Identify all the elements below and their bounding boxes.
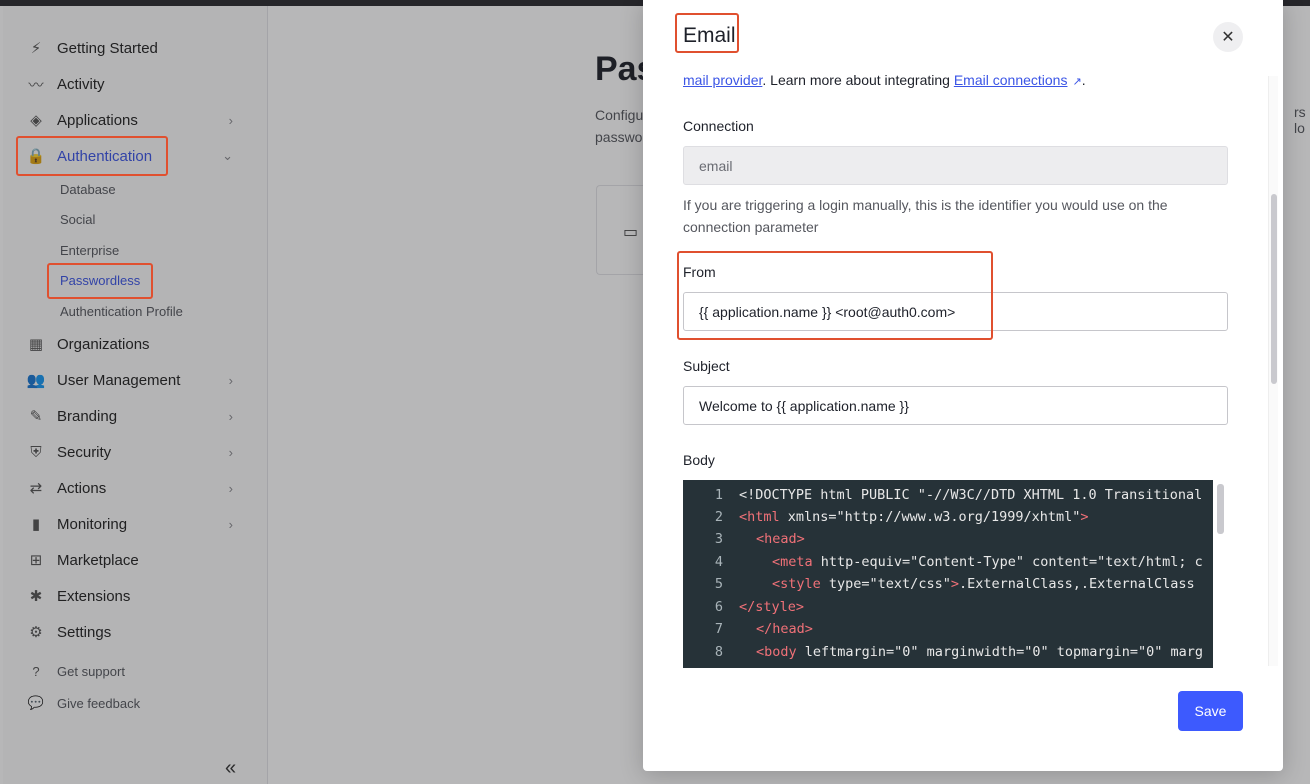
code-line: 8 <body leftmargin="0" marginwidth="0" t… [683,641,1228,663]
code-content: <!DOCTYPE html PUBLIC "-//W3C//DTD XHTML… [739,487,1202,503]
line-number: 4 [714,554,723,570]
line-number: 5 [714,576,723,592]
intro-text-end: . [1081,72,1086,88]
line-number: 6 [714,599,723,615]
line-number: 8 [714,644,723,660]
mail-provider-link[interactable]: mail provider [683,72,762,88]
connection-help-text: If you are triggering a login manually, … [683,197,1168,235]
code-content: <html xmlns="http://www.w3.org/1999/xhtm… [739,509,1089,525]
connection-label: Connection [683,118,754,134]
body-code-editor[interactable]: 1 <!DOCTYPE html PUBLIC "-//W3C//DTD XHT… [683,480,1228,668]
annotation-highlight [47,263,153,299]
code-line: 7 </head> [683,618,1228,640]
code-line: 1 <!DOCTYPE html PUBLIC "-//W3C//DTD XHT… [683,484,1228,506]
close-icon: ✕ [1221,29,1235,46]
code-tag: </style> [739,599,805,615]
line-number: 1 [714,487,723,503]
code-content: <body leftmargin="0" marginwidth="0" top… [756,644,1203,660]
line-number: 3 [714,531,723,547]
code-tag: <html [739,509,780,525]
code-content: <style type="text/css">.ExternalClass,.E… [772,576,1195,592]
code-tag: </head> [756,621,813,637]
line-number: 7 [714,621,723,637]
code-tag: > [1080,509,1089,525]
subject-value: Welcome to {{ application.name }} [699,397,909,414]
close-button[interactable]: ✕ [1213,22,1243,52]
code-text: http-equiv="Content-Type" content="text/… [812,554,1203,570]
intro-text-middle: . Learn more about integrating [762,72,954,88]
connection-value: email [699,157,733,174]
save-button[interactable]: Save [1178,691,1243,731]
code-tag: <style [772,576,821,592]
email-modal: Email ✕ mail provider. Learn more about … [643,0,1283,771]
subject-label: Subject [683,358,730,374]
intro-text: mail provider. Learn more about integrat… [683,72,1086,88]
connection-field: email [683,146,1228,185]
email-connections-link[interactable]: Email connections [954,72,1068,88]
code-tag: <body [756,644,797,660]
modal-body: mail provider. Learn more about integrat… [643,70,1283,670]
annotation-highlight [16,136,168,176]
code-text: type="text/css" [820,576,951,592]
code-scrollbar-thumb[interactable] [1217,484,1224,534]
code-line: 6 </style> [683,596,1228,618]
code-text: xmlns="http://www.w3.org/1999/xhtml" [779,509,1081,525]
code-line: 2 <html xmlns="http://www.w3.org/1999/xh… [683,506,1228,528]
code-line: 4 <meta http-equiv="Content-Type" conten… [683,551,1228,573]
code-line: 3 <head> [683,528,1228,550]
subject-field[interactable]: Welcome to {{ application.name }} [683,386,1228,425]
external-link-icon: ↗ [1072,76,1082,88]
annotation-highlight [677,251,993,340]
code-tag: <head> [756,531,805,547]
code-tag: <meta [772,554,813,570]
code-text: leftmargin="0" marginwidth="0" topmargin… [796,644,1204,660]
code-content: </style> [739,599,804,615]
body-label: Body [683,452,715,468]
code-content: <meta http-equiv="Content-Type" content=… [772,554,1203,570]
code-content: </head> [756,621,813,637]
line-number: 2 [714,509,723,525]
code-text: <!DOCTYPE html PUBLIC "-//W3C//DTD XHTML… [739,487,1203,503]
annotation-highlight [675,13,739,53]
code-content: <head> [756,531,805,547]
code-text: .ExternalClass,.ExternalClass [958,576,1195,592]
code-tag: > [950,576,959,592]
code-line: 5 <style type="text/css">.ExternalClass,… [683,573,1228,595]
modal-scrollbar-thumb[interactable] [1271,194,1277,384]
